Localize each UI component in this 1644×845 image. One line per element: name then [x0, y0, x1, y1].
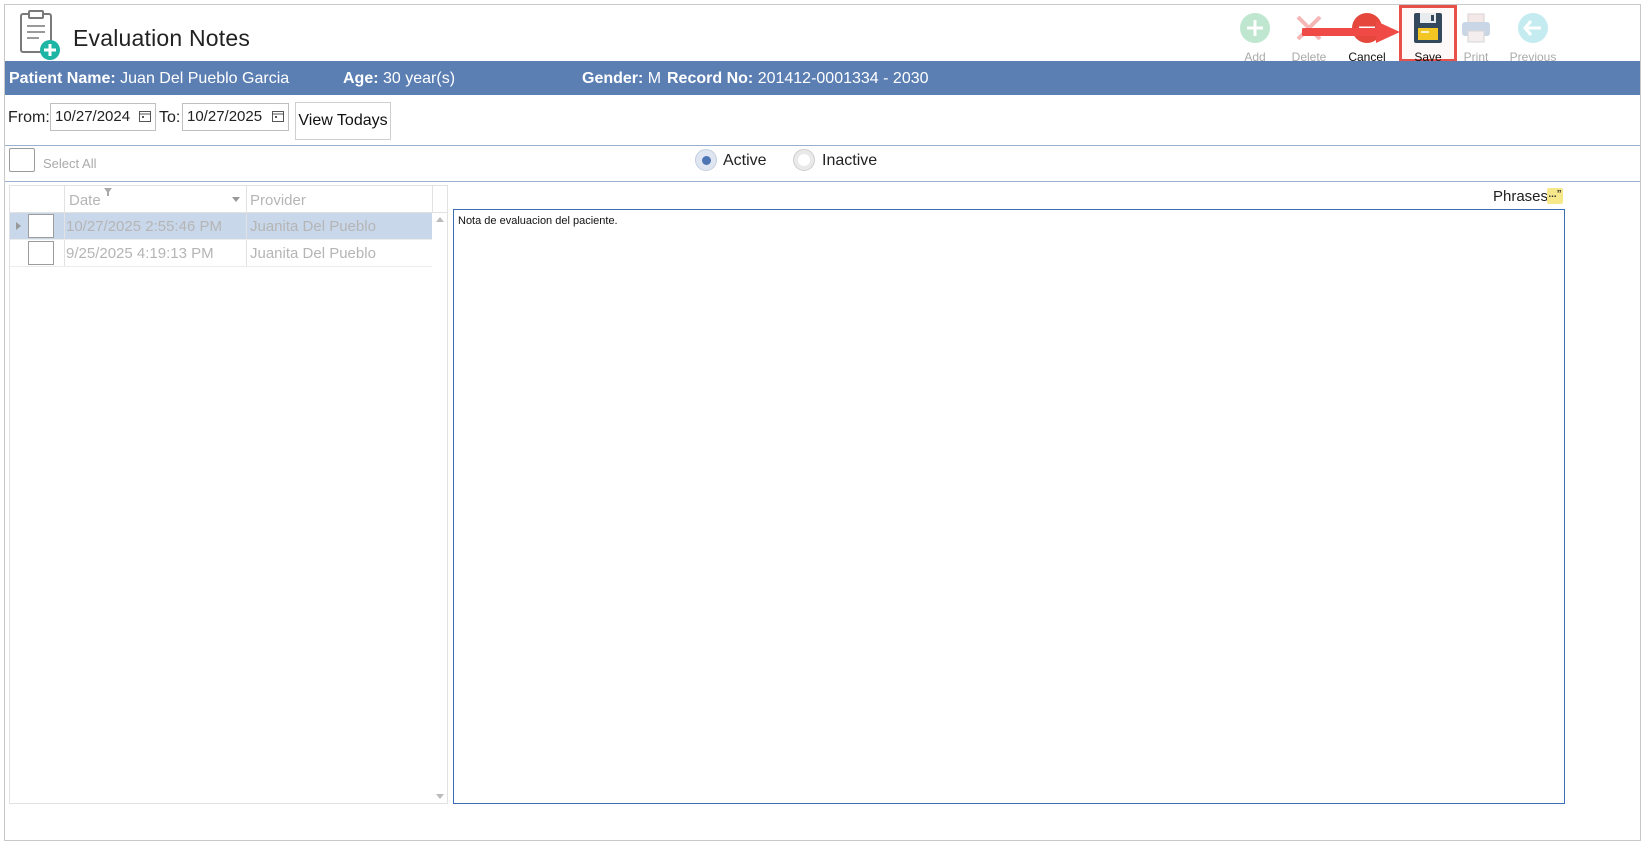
patient-record-no: Record No: 201412-0001334 - 2030 [667, 70, 929, 87]
phrases-label[interactable]: Phrases [1493, 188, 1548, 205]
row-date: 10/27/2025 2:55:46 PM [66, 218, 222, 235]
row-checkbox[interactable] [28, 241, 54, 265]
calendar-icon[interactable] [139, 110, 151, 122]
row-indicator-icon [16, 222, 21, 230]
add-button[interactable]: Add [1227, 7, 1283, 64]
printer-icon [1462, 13, 1490, 43]
from-date-value: 10/27/2024 [55, 108, 131, 125]
column-header-date[interactable]: Date [69, 192, 101, 209]
scroll-down-icon[interactable] [436, 794, 444, 799]
inactive-label: Inactive [822, 152, 878, 169]
previous-button[interactable]: Previous [1505, 7, 1561, 64]
notes-grid: Date Provider 10/27/2025 2:55:46 PM Juan… [9, 185, 448, 804]
add-icon [1240, 13, 1270, 43]
inactive-radio[interactable] [793, 149, 815, 171]
print-button[interactable]: Print [1448, 7, 1504, 64]
active-radio[interactable] [695, 149, 717, 171]
from-date-field[interactable]: 10/27/2024 [50, 103, 156, 131]
patient-age: Age: 30 year(s) [343, 70, 456, 87]
select-all-checkbox[interactable] [9, 148, 35, 172]
note-text: Nota de evaluacion del paciente. [458, 215, 618, 227]
chevron-down-icon[interactable] [232, 197, 240, 202]
pointer-arrow-annotation [1302, 21, 1400, 43]
arrow-left-icon [1518, 13, 1548, 43]
page-title: Evaluation Notes [73, 25, 251, 51]
vertical-scrollbar[interactable] [433, 213, 447, 803]
column-header-provider[interactable]: Provider [250, 192, 306, 209]
scroll-up-icon[interactable] [436, 217, 444, 222]
active-label: Active [723, 152, 767, 169]
to-date-value: 10/27/2025 [187, 108, 263, 125]
grid-header: Date Provider [10, 186, 447, 213]
table-row[interactable]: 10/27/2025 2:55:46 PM Juanita Del Pueblo [10, 213, 432, 240]
clipboard-add-icon [20, 10, 60, 60]
to-date-field[interactable]: 10/27/2025 [182, 103, 289, 131]
header: Evaluation Notes Add Delete Cancel Save … [5, 5, 1640, 64]
patient-info-bar: Patient Name: Juan Del Pueblo Garcia Age… [5, 61, 1640, 95]
row-provider: Juanita Del Pueblo [250, 218, 376, 235]
from-label: From: [8, 109, 50, 126]
patient-gender: Gender: M [582, 70, 662, 87]
evaluation-notes-window: Evaluation Notes Add Delete Cancel Save … [4, 4, 1641, 841]
calendar-icon[interactable] [272, 110, 284, 122]
quote-icon[interactable]: ...” [1547, 188, 1563, 204]
patient-name: Patient Name: Juan Del Pueblo Garcia [9, 70, 290, 87]
to-label: To: [159, 109, 181, 126]
table-row[interactable]: 9/25/2025 4:19:13 PM Juanita Del Pueblo [10, 240, 432, 267]
note-text-area[interactable]: Nota de evaluacion del paciente. [453, 209, 1565, 804]
select-all-label: Select All [43, 156, 97, 171]
row-provider: Juanita Del Pueblo [250, 245, 376, 262]
row-date: 9/25/2025 4:19:13 PM [66, 245, 214, 262]
view-todays-button[interactable]: View Todays [295, 102, 391, 140]
filter-icon[interactable] [104, 188, 112, 196]
floppy-disk-icon [1414, 13, 1442, 43]
row-checkbox[interactable] [28, 214, 54, 238]
